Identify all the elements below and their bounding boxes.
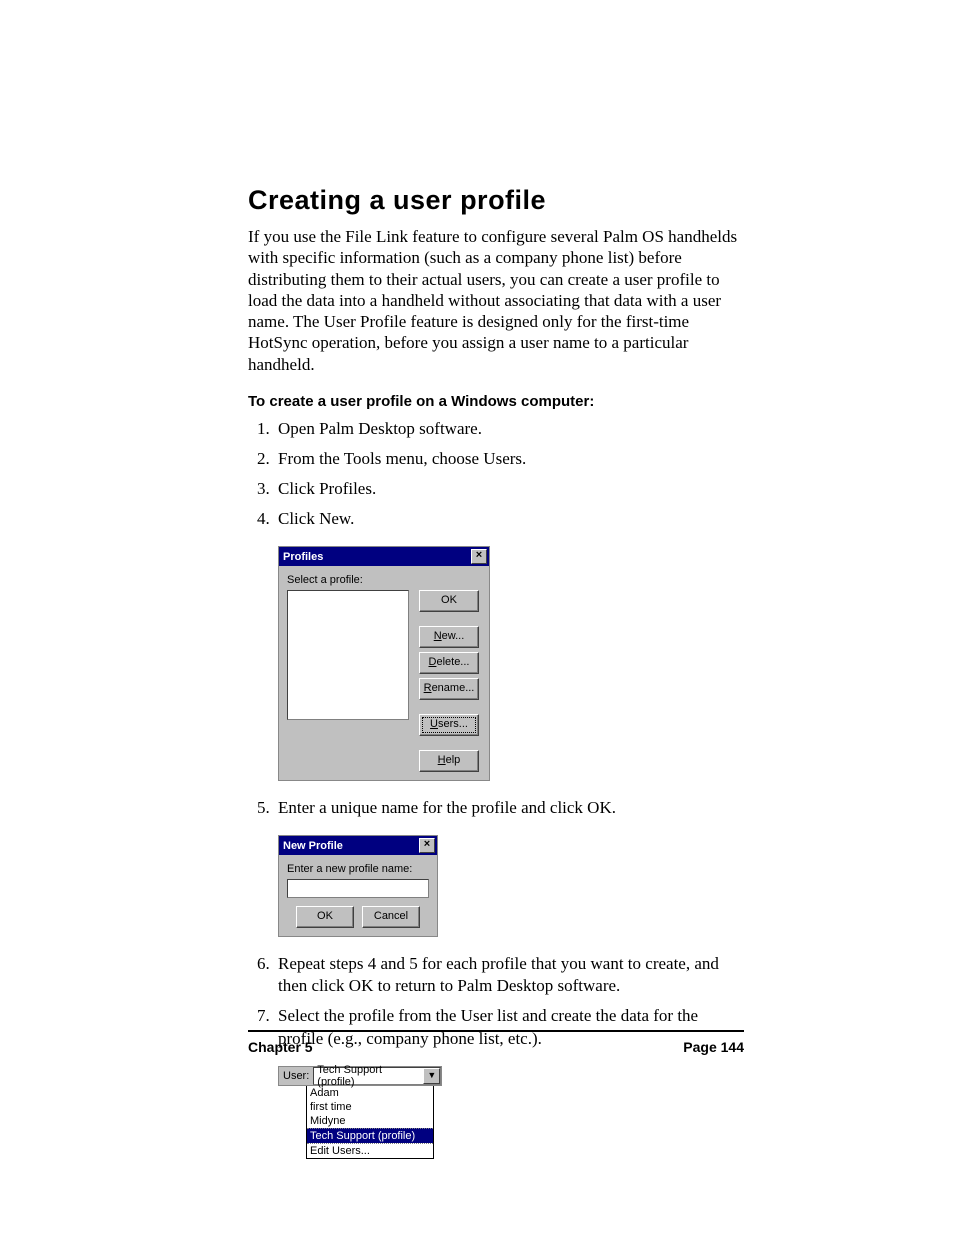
ok-button[interactable]: OK: [419, 590, 479, 612]
step-3: Click Profiles.: [274, 478, 744, 500]
step-1: Open Palm Desktop software.: [274, 418, 744, 440]
footer-page: Page 144: [683, 1039, 744, 1055]
new-profile-titlebar[interactable]: New Profile ×: [279, 836, 437, 855]
intro-paragraph: If you use the File Link feature to conf…: [248, 226, 744, 375]
close-icon[interactable]: ×: [419, 838, 435, 853]
user-select[interactable]: Tech Support (profile) ▼: [313, 1067, 441, 1085]
cancel-button[interactable]: Cancel: [362, 906, 420, 928]
step-6: Repeat steps 4 and 5 for each profile th…: [274, 953, 744, 997]
profiles-dialog: Profiles × Select a profile: OK New... D…: [278, 546, 490, 781]
help-button[interactable]: Help: [419, 750, 479, 772]
user-option-edit[interactable]: Edit Users...: [307, 1143, 433, 1158]
user-selected-value: Tech Support (profile): [314, 1064, 423, 1088]
chevron-down-icon[interactable]: ▼: [423, 1068, 440, 1084]
new-profile-label: Enter a new profile name:: [287, 863, 429, 875]
user-option[interactable]: Adam: [307, 1086, 433, 1100]
steps-list-cont1: Enter a unique name for the profile and …: [248, 797, 744, 819]
new-button[interactable]: New...: [419, 626, 479, 648]
profiles-title: Profiles: [283, 551, 323, 563]
user-options-list[interactable]: Adam first time Midyne Tech Support (pro…: [306, 1086, 434, 1159]
user-dropdown: User: Tech Support (profile) ▼ Adam firs…: [278, 1066, 442, 1159]
step-5: Enter a unique name for the profile and …: [274, 797, 744, 819]
new-profile-dialog: New Profile × Enter a new profile name: …: [278, 835, 438, 937]
procedure-heading: To create a user profile on a Windows co…: [248, 393, 744, 410]
close-icon[interactable]: ×: [471, 549, 487, 564]
step-4: Click New.: [274, 508, 744, 530]
profiles-listbox[interactable]: [287, 590, 409, 720]
ok-button[interactable]: OK: [296, 906, 354, 928]
footer-chapter: Chapter 5: [248, 1039, 313, 1055]
delete-button[interactable]: Delete...: [419, 652, 479, 674]
rename-button[interactable]: Rename...: [419, 678, 479, 700]
user-option[interactable]: Midyne: [307, 1114, 433, 1128]
steps-list: Open Palm Desktop software. From the Too…: [248, 418, 744, 530]
user-option-selected[interactable]: Tech Support (profile): [307, 1128, 433, 1143]
user-option[interactable]: first time: [307, 1100, 433, 1114]
step-2: From the Tools menu, choose Users.: [274, 448, 744, 470]
profile-name-input[interactable]: [287, 879, 429, 898]
profiles-titlebar[interactable]: Profiles ×: [279, 547, 489, 566]
steps-list-cont2: Repeat steps 4 and 5 for each profile th…: [248, 953, 744, 1049]
users-button[interactable]: Users...: [419, 714, 479, 736]
user-label: User:: [279, 1068, 313, 1084]
profiles-label: Select a profile:: [287, 574, 481, 586]
footer-rule: [248, 1030, 744, 1032]
new-profile-title: New Profile: [283, 840, 343, 852]
page-title: Creating a user profile: [248, 185, 744, 216]
